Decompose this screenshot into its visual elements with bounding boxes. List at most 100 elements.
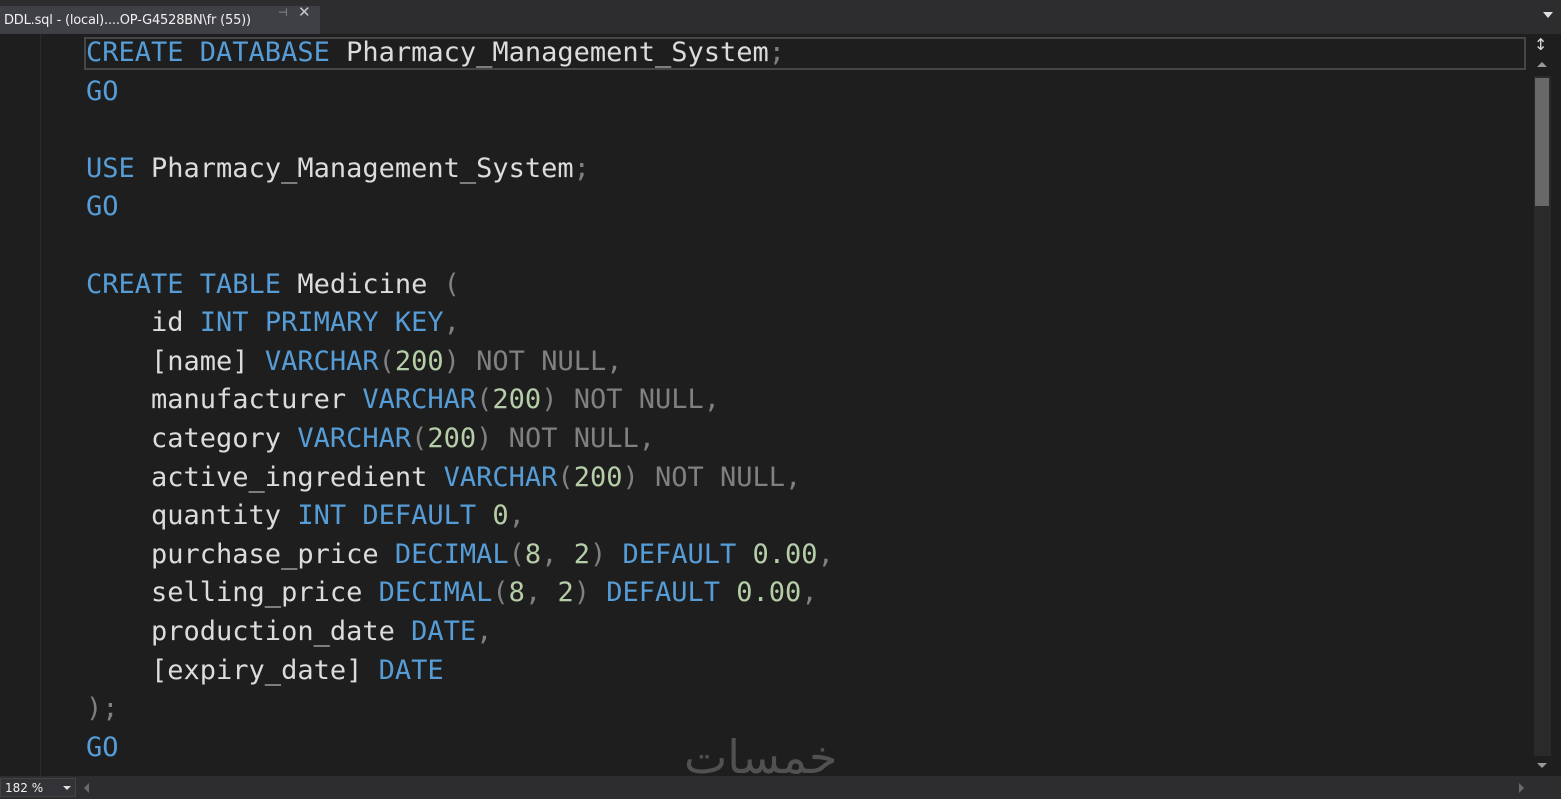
code-line[interactable]: id INT PRIMARY KEY, [86,304,834,343]
code-token: 200 [427,422,477,454]
code-token: , [817,538,834,570]
code-token: ( [443,268,460,300]
tab-title: DDL.sql - (local)....OP-G4528BN\fr (55)) [4,12,251,28]
code-token: DEFAULT [622,538,753,570]
code-token: purchase_price [86,538,395,570]
code-token: ( [508,538,525,570]
code-line[interactable]: [name] VARCHAR(200) NOT NULL, [86,343,834,382]
code-line[interactable]: ); [86,690,834,729]
code-token: GO [86,75,119,107]
code-token: ( [557,461,574,493]
code-token: 2 [557,577,574,609]
code-token: ) NOT NULL, [476,422,655,454]
code-token: 2 [573,538,590,570]
code-token: , [508,500,525,532]
code-token: ; [768,37,785,68]
code-token: ) [589,538,623,570]
code-line[interactable]: category VARCHAR(200) NOT NULL, [86,420,834,459]
code-token: Medicine [297,268,444,300]
code-token: DECIMAL [394,538,509,570]
code-token: , [524,577,558,609]
code-line[interactable]: GO [86,188,834,227]
pin-icon[interactable]: ⊣ [278,6,288,19]
code-line[interactable]: quantity INT DEFAULT 0, [86,497,834,536]
scroll-down-arrow-icon[interactable] [1537,763,1547,768]
code-line[interactable]: manufacturer VARCHAR(200) NOT NULL, [86,381,834,420]
code-token: GO [86,731,119,763]
code-token: DECIMAL [378,577,493,609]
code-token: ) NOT NULL, [443,345,623,377]
split-editor-icon[interactable]: ↕ [1534,37,1547,53]
code-token: ); [86,693,119,725]
code-token: DATE [411,615,477,647]
code-token: , [541,538,574,570]
code-token: quantity [86,500,298,532]
watermark-logo: خمسات [684,730,838,784]
code-line[interactable]: CREATE DATABASE Pharmacy_Management_Syst… [86,34,834,73]
code-line[interactable]: production_date DATE, [86,613,834,652]
code-token: manufacturer [86,384,363,416]
code-token: 200 [492,384,542,416]
code-token: CREATE DATABASE [86,37,347,68]
editor-gutter [0,34,41,776]
code-token: , [476,615,493,647]
code-token: category [86,422,298,454]
tab-list-dropdown-icon[interactable] [1543,12,1553,18]
code-token: VARCHAR [297,422,412,454]
code-token: Pharmacy_Management_System [346,37,769,68]
code-token: ) NOT NULL, [541,384,720,416]
code-token: 8 [524,538,542,570]
code-token: 200 [573,461,623,493]
code-line[interactable] [86,111,834,150]
code-token: ( [476,384,493,416]
code-token: selling_price [86,577,379,609]
code-line[interactable]: CREATE TABLE Medicine ( [86,266,834,305]
scroll-up-arrow-icon[interactable] [1537,62,1547,67]
code-line[interactable]: [expiry_date] DATE [86,652,834,691]
code-token: INT PRIMARY KEY [199,307,444,339]
code-token: ; [573,152,590,184]
close-icon[interactable]: ✕ [298,3,311,21]
code-token: VARCHAR [264,345,379,377]
code-token: ( [492,577,509,609]
code-token: production_date [86,615,412,647]
code-token: ( [411,422,428,454]
code-token: 0 [492,500,509,532]
code-token: ) NOT NULL, [622,461,802,493]
code-token: GO [86,191,119,223]
code-line[interactable]: USE Pharmacy_Management_System; [86,150,834,189]
zoom-level-value: 182 % [5,780,44,795]
code-line[interactable]: purchase_price DECIMAL(8, 2) DEFAULT 0.0… [86,536,834,575]
code-token: DATE [378,654,444,686]
code-token: [expiry_date] [86,654,379,686]
code-token: 200 [394,345,444,377]
code-line[interactable]: active_ingredient VARCHAR(200) NOT NULL, [86,459,834,498]
tab-ddl-sql[interactable]: DDL.sql - (local)....OP-G4528BN\fr (55)) [0,6,320,34]
ssms-query-editor-window: DDL.sql - (local)....OP-G4528BN\fr (55))… [0,0,1561,799]
code-token: ) [573,577,607,609]
code-editor[interactable]: CREATE DATABASE Pharmacy_Management_Syst… [0,34,1530,776]
code-token: [name] [86,345,265,377]
code-token: id [86,307,200,339]
zoom-level-select[interactable]: 182 % [0,778,76,797]
code-line[interactable]: GO [86,73,834,112]
code-token: ( [378,345,395,377]
vertical-scroll-thumb[interactable] [1535,78,1549,206]
code-token: Pharmacy_Management_System [151,152,574,184]
code-token: 0.00 [752,538,818,570]
code-line[interactable] [86,227,834,266]
code-token: active_ingredient [86,461,444,493]
code-token: VARCHAR [362,384,477,416]
scroll-right-arrow-icon[interactable] [1519,783,1524,793]
code-token: 0.00 [736,577,802,609]
scroll-left-arrow-icon[interactable] [84,783,89,793]
code-line[interactable]: selling_price DECIMAL(8, 2) DEFAULT 0.00… [86,574,834,613]
code-token: , [443,307,460,339]
code-token: 8 [508,577,525,609]
code-token: CREATE TABLE [86,268,298,300]
document-tab-bar: DDL.sql - (local)....OP-G4528BN\fr (55))… [0,0,1561,34]
chevron-down-icon [63,786,71,790]
code-text[interactable]: CREATE DATABASE Pharmacy_Management_Syst… [86,34,834,767]
code-token: DEFAULT [606,577,737,609]
code-token: VARCHAR [443,461,558,493]
